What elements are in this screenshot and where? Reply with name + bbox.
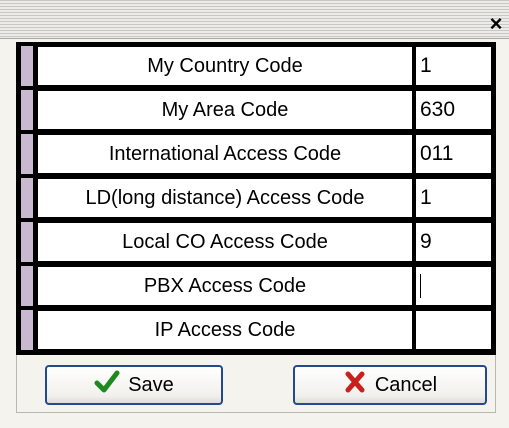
international-access-code-field[interactable]: 011	[415, 134, 492, 174]
table-row: My Country Code 1	[18, 44, 494, 88]
area-code-label: My Area Code	[37, 90, 413, 130]
row-marker	[21, 266, 35, 306]
row-marker	[21, 310, 35, 350]
area-code-field[interactable]: 630	[415, 90, 492, 130]
row-marker	[21, 222, 35, 262]
local-co-access-code-label: Local CO Access Code	[37, 222, 413, 262]
access-codes-dialog: × My Country Code 1 My Area Code 630 Int…	[0, 0, 509, 428]
save-label: Save	[128, 373, 174, 396]
save-button[interactable]: Save	[45, 365, 223, 405]
table-row: IP Access Code	[18, 308, 494, 352]
row-marker	[21, 134, 35, 174]
check-icon	[94, 369, 120, 401]
ip-access-code-label: IP Access Code	[37, 310, 413, 350]
country-code-label: My Country Code	[37, 46, 413, 86]
x-icon	[343, 370, 367, 400]
ld-access-code-field[interactable]: 1	[415, 178, 492, 218]
table-row: Local CO Access Code 9	[18, 220, 494, 264]
table-row: PBX Access Code	[18, 264, 494, 308]
ld-access-code-label: LD(long distance) Access Code	[37, 178, 413, 218]
row-marker	[21, 90, 35, 130]
cancel-label: Cancel	[374, 373, 438, 396]
local-co-access-code-field[interactable]: 9	[415, 222, 492, 262]
table-row: LD(long distance) Access Code 1	[18, 176, 494, 220]
title-bar[interactable]: ×	[0, 0, 509, 39]
ip-access-code-field[interactable]	[415, 310, 492, 350]
text-caret	[420, 274, 421, 299]
row-marker	[21, 46, 35, 86]
pbx-access-code-label: PBX Access Code	[37, 266, 413, 306]
row-marker	[21, 178, 35, 218]
table-row: International Access Code 011	[18, 132, 494, 176]
button-bar: Save Cancel	[16, 355, 496, 413]
pbx-access-code-field[interactable]	[415, 266, 492, 306]
access-code-table: My Country Code 1 My Area Code 630 Inter…	[16, 42, 496, 355]
country-code-field[interactable]: 1	[415, 46, 492, 86]
international-access-code-label: International Access Code	[37, 134, 413, 174]
table-row: My Area Code 630	[18, 88, 494, 132]
close-button[interactable]: ×	[487, 13, 505, 35]
cancel-button[interactable]: Cancel	[293, 365, 487, 405]
